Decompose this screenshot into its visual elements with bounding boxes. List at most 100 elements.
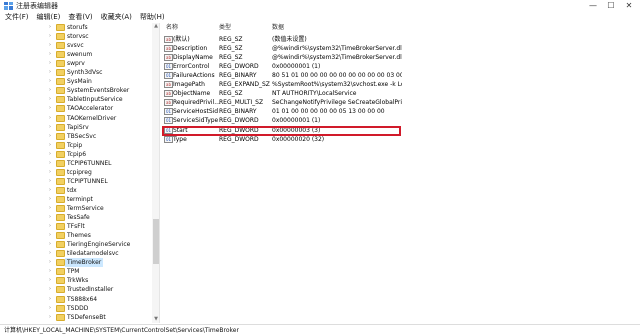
tree-node[interactable]: › TSDDD: [0, 304, 152, 313]
tree-node[interactable]: › TCPIPTUNNEL: [0, 177, 152, 186]
expand-chevron-icon[interactable]: ›: [49, 187, 53, 193]
tree-node[interactable]: › TabletInputService: [0, 95, 152, 104]
value-row[interactable]: ab DisplayName REG_SZ @%windir%\system32\Ti…: [161, 53, 640, 62]
tree-node[interactable]: › tcpipreg: [0, 168, 152, 177]
scroll-up-icon[interactable]: ▲: [153, 23, 159, 30]
value-row[interactable]: ab ObjectName REG_SZ NT AUTHORITY\LocalServ…: [161, 89, 640, 98]
menu-edit[interactable]: 编辑(E): [37, 13, 61, 22]
tree-node[interactable]: › TermService: [0, 204, 152, 213]
column-header-name[interactable]: 名称: [166, 23, 178, 33]
tree-node[interactable]: › TAOAccelerator: [0, 104, 152, 113]
tree-node[interactable]: › storvsc: [0, 32, 152, 41]
maximize-button[interactable]: ☐: [604, 0, 618, 12]
expand-chevron-icon[interactable]: ›: [49, 106, 53, 111]
key-tree-pane[interactable]: › storufs › storvsc › svsvc › swenum › swprv › Synt…: [0, 23, 160, 323]
tree-node[interactable]: › TS888x64: [0, 295, 152, 304]
expand-chevron-icon[interactable]: ›: [49, 278, 53, 283]
value-row[interactable]: 01 ServiceHostSid REG_BINARY 01 01 00 00 00…: [161, 107, 640, 116]
folder-icon: [56, 123, 65, 131]
expand-chevron-icon[interactable]: ›: [49, 287, 53, 292]
expand-chevron-icon[interactable]: ›: [49, 178, 53, 184]
expand-chevron-icon[interactable]: ›: [49, 151, 53, 157]
menu-view[interactable]: 查看(V): [68, 13, 92, 22]
expand-chevron-icon[interactable]: ›: [49, 79, 53, 84]
expand-chevron-icon[interactable]: ›: [49, 88, 53, 93]
expand-chevron-icon[interactable]: ›: [49, 251, 53, 256]
tree-node[interactable]: › TapiSrv: [0, 123, 152, 132]
expand-chevron-icon[interactable]: ›: [49, 215, 53, 220]
tree-node[interactable]: › TFsFlt: [0, 222, 152, 231]
expand-chevron-icon[interactable]: ›: [49, 269, 53, 274]
tree-node[interactable]: › TieringEngineService: [0, 240, 152, 249]
expand-chevron-icon[interactable]: ›: [49, 52, 53, 57]
tree-node[interactable]: › SysMain: [0, 77, 152, 86]
expand-chevron-icon[interactable]: ›: [49, 314, 53, 320]
expand-chevron-icon[interactable]: ›: [49, 196, 53, 202]
tree-node[interactable]: › Themes: [0, 231, 152, 240]
expand-chevron-icon[interactable]: ›: [49, 206, 53, 211]
tree-node[interactable]: › tiledatamodelsvc: [0, 249, 152, 258]
expand-chevron-icon[interactable]: ›: [49, 160, 53, 166]
tree-node[interactable]: › TimeBroker: [0, 258, 152, 268]
value-row[interactable]: ab (默认) REG_SZ (数值未设置): [161, 35, 640, 44]
folder-icon: [56, 313, 65, 321]
expand-chevron-icon[interactable]: ›: [49, 43, 53, 48]
tree-node[interactable]: › tdx: [0, 186, 152, 195]
scroll-down-icon[interactable]: ▼: [153, 316, 159, 323]
tree-node[interactable]: › svsvc: [0, 41, 152, 50]
tree-node[interactable]: › TCPIP6TUNNEL: [0, 159, 152, 168]
value-type: REG_SZ: [219, 45, 243, 53]
expand-chevron-icon[interactable]: ›: [49, 169, 53, 175]
value-data: @%windir%\system32\TimeBrokerServer.dll,…: [272, 54, 402, 62]
folder-icon: [56, 51, 65, 59]
values-pane[interactable]: 名称 类型 数据 ab (默认) REG_SZ (数值未设置) ab Descriptio…: [161, 23, 640, 323]
column-header-data[interactable]: 数据: [272, 23, 284, 33]
value-row[interactable]: 01 FailureActions REG_BINARY 80 51 01 00 00…: [161, 71, 640, 80]
value-row[interactable]: ab ImagePath REG_EXPAND_SZ %SystemRoot%\sys…: [161, 80, 640, 89]
value-row[interactable]: ab Description REG_SZ @%windir%\system32\Ti…: [161, 44, 640, 53]
expand-chevron-icon[interactable]: ›: [49, 142, 53, 148]
expand-chevron-icon[interactable]: ›: [49, 97, 53, 102]
tree-node[interactable]: › terminpt: [0, 195, 152, 204]
expand-chevron-icon[interactable]: ›: [49, 70, 53, 75]
column-header-type[interactable]: 类型: [219, 23, 231, 33]
string-value-icon: ab: [164, 54, 173, 62]
value-row[interactable]: 01 ServiceSidType REG_DWORD 0x00000001 (1): [161, 116, 640, 125]
tree-node[interactable]: › storufs: [0, 23, 152, 32]
tree-node[interactable]: › TrustedInstaller: [0, 285, 152, 294]
tree-node[interactable]: › Tcpip6: [0, 150, 152, 159]
menu-favorites[interactable]: 收藏夹(A): [101, 13, 132, 22]
expand-chevron-icon[interactable]: ›: [49, 133, 53, 139]
tree-node[interactable]: › TrkWks: [0, 276, 152, 285]
close-button[interactable]: ✕: [622, 0, 636, 12]
expand-chevron-icon[interactable]: ›: [49, 296, 53, 302]
value-data: %SystemRoot%\system32\svchost.exe -k Loc…: [272, 81, 402, 89]
tree-node[interactable]: › TSDefenseBt: [0, 313, 152, 322]
tree-node[interactable]: › swprv: [0, 59, 152, 68]
tree-vertical-scrollbar[interactable]: ▲ ▼: [152, 23, 159, 323]
expand-chevron-icon[interactable]: ›: [49, 25, 53, 30]
menu-file[interactable]: 文件(F): [5, 13, 29, 22]
expand-chevron-icon[interactable]: ›: [49, 260, 53, 265]
tree-node[interactable]: › TPM: [0, 267, 152, 276]
expand-chevron-icon[interactable]: ›: [49, 61, 53, 66]
minimize-button[interactable]: —: [586, 0, 600, 12]
value-row[interactable]: 01 ErrorControl REG_DWORD 0x00000001 (1): [161, 62, 640, 71]
expand-chevron-icon[interactable]: ›: [49, 34, 53, 39]
scroll-thumb[interactable]: [153, 219, 159, 264]
tree-node[interactable]: › Tcpip: [0, 141, 152, 150]
tree-node[interactable]: › swenum: [0, 50, 152, 59]
tree-node[interactable]: › TesSafe: [0, 213, 152, 222]
expand-chevron-icon[interactable]: ›: [49, 305, 53, 311]
tree-node[interactable]: › TBSecSvc: [0, 132, 152, 141]
tree-node[interactable]: › SystemEventsBroker: [0, 86, 152, 95]
expand-chevron-icon[interactable]: ›: [49, 115, 53, 121]
value-row[interactable]: ab RequiredPrivil... REG_MULTI_SZ SeChangeN…: [161, 98, 640, 107]
expand-chevron-icon[interactable]: ›: [49, 124, 53, 130]
tree-node[interactable]: › Synth3dVsc: [0, 68, 152, 77]
expand-chevron-icon[interactable]: ›: [49, 224, 53, 229]
tree-node[interactable]: › TAOKernelDriver: [0, 114, 152, 123]
expand-chevron-icon[interactable]: ›: [49, 233, 53, 238]
expand-chevron-icon[interactable]: ›: [49, 242, 53, 247]
menu-help[interactable]: 帮助(H): [140, 13, 165, 22]
